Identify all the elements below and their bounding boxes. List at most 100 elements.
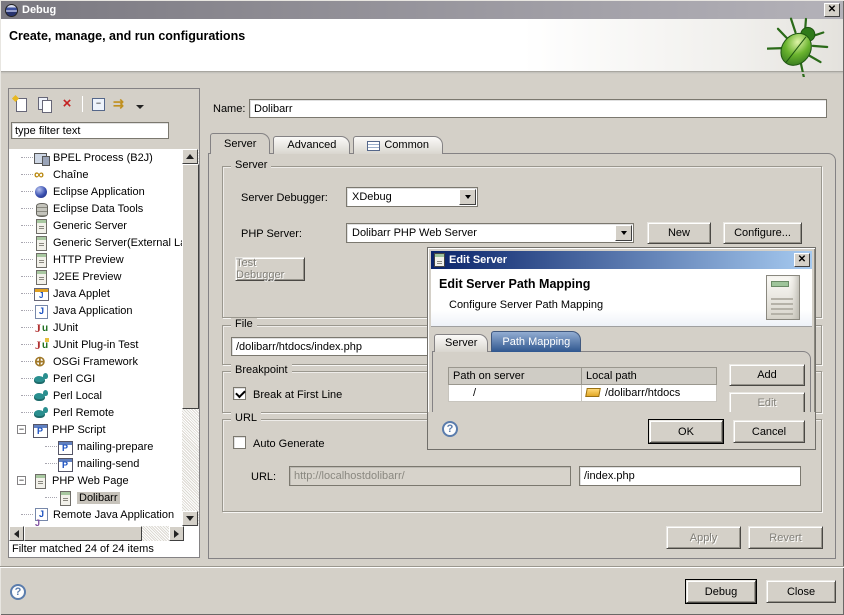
tree-guide	[21, 514, 33, 515]
tab-path-mapping[interactable]: Path Mapping	[491, 331, 581, 352]
perl-icon	[33, 388, 49, 404]
tree-item-label: BPEL Process (B2J)	[53, 152, 153, 164]
tree-guide	[21, 276, 33, 277]
chevron-down-icon[interactable]	[615, 225, 632, 241]
delete-configuration-icon[interactable]: ×	[59, 96, 75, 112]
tree-item-label: PHP Script	[52, 424, 106, 436]
tree-item-label: Java Application	[53, 305, 133, 317]
breakpoint-group-title: Breakpoint	[231, 364, 292, 376]
configure-server-button[interactable]: Configure...	[723, 222, 802, 244]
tree-item-label: Chaîne	[53, 169, 88, 181]
tab-common[interactable]: Common	[353, 136, 443, 154]
path-mapping-table[interactable]: Path on server Local path //dolibarr/htd…	[448, 367, 717, 402]
break-first-line-checkbox[interactable]	[233, 387, 246, 400]
server-icon	[434, 253, 445, 267]
tree-item-generic-server[interactable]: Generic Server	[9, 217, 182, 234]
tree-item-php-web-page[interactable]: −PHP Web Page	[9, 472, 182, 489]
tree-item-junit-plug-in-test[interactable]: JUnit Plug-in Test	[9, 336, 182, 353]
window-titlebar[interactable]: Debug ✕	[1, 1, 843, 19]
path-mapping-rows: //dolibarr/htdocs	[449, 385, 717, 402]
filter-configurations-icon[interactable]: ⇉	[113, 96, 129, 112]
tree-item-label: Perl Remote	[53, 407, 114, 419]
table-row[interactable]: //dolibarr/htdocs	[449, 385, 717, 402]
tree-item-perl-local[interactable]: Perl Local	[9, 387, 182, 404]
tree-item-http-preview[interactable]: HTTP Preview	[9, 251, 182, 268]
file-group-title: File	[231, 318, 257, 330]
tree-item-java-application[interactable]: Java Application	[9, 302, 182, 319]
dialog-banner: Create, manage, and run configurations	[1, 19, 843, 72]
type-filter-input[interactable]	[11, 122, 169, 139]
tab-server-settings[interactable]: Server	[434, 334, 488, 352]
window-title: Debug	[22, 4, 56, 16]
server-icon	[33, 269, 49, 285]
vertical-scroll-thumb[interactable]	[182, 164, 199, 409]
tree-item-eclipse-data-tools[interactable]: Eclipse Data Tools	[9, 200, 182, 217]
close-icon[interactable]: ✕	[794, 253, 810, 267]
folder-icon	[585, 388, 601, 397]
tree-item-junit[interactable]: JUnit	[9, 319, 182, 336]
new-server-button[interactable]: New	[647, 222, 711, 244]
tab-server[interactable]: Server	[210, 133, 270, 154]
add-mapping-button[interactable]: Add	[729, 364, 805, 386]
tree-item-bpel-process-b2j[interactable]: BPEL Process (B2J)	[9, 149, 182, 166]
tree-item-eclipse-application[interactable]: Eclipse Application	[9, 183, 182, 200]
server-debugger-combo[interactable]: XDebug	[346, 187, 478, 207]
scroll-up-icon[interactable]	[182, 149, 198, 164]
horizontal-scroll-thumb[interactable]	[24, 526, 142, 541]
tree-item-mailing-prepare[interactable]: mailing-prepare	[9, 438, 182, 455]
php-server-combo[interactable]: Dolibarr PHP Web Server	[346, 223, 634, 243]
new-configuration-icon[interactable]	[13, 96, 29, 112]
help-icon[interactable]: ?	[442, 421, 458, 437]
tree-item-java-applet[interactable]: Java Applet	[9, 285, 182, 302]
tree-item-label: Generic Server	[53, 220, 127, 232]
name-input[interactable]	[249, 99, 827, 118]
tree-item-generic-server-external-la[interactable]: Generic Server(External La	[9, 234, 182, 251]
ok-button[interactable]: OK	[649, 420, 723, 443]
tree-item-perl-cgi[interactable]: Perl CGI	[9, 370, 182, 387]
tree-item-osgi-framework[interactable]: OSGi Framework	[9, 353, 182, 370]
edit-server-titlebar[interactable]: Edit Server ✕	[431, 251, 812, 269]
tree-item-dolibarr[interactable]: Dolibarr	[9, 489, 182, 506]
tree-item-php-script[interactable]: − PHP Script	[9, 421, 182, 438]
tree-guide	[45, 446, 57, 447]
collapse-toggle-icon[interactable]: −	[17, 476, 26, 485]
cancel-button[interactable]: Cancel	[733, 420, 805, 443]
tree-item-remote-java-application[interactable]: Remote Java Application	[9, 506, 182, 523]
junit-icon	[33, 320, 49, 336]
tree-item-perl-remote[interactable]: Perl Remote	[9, 404, 182, 421]
debug-button[interactable]: Debug	[686, 580, 756, 603]
scroll-right-icon[interactable]	[169, 526, 184, 541]
footer-separator	[0, 566, 844, 568]
test-debugger-button: Test Debugger	[235, 257, 305, 281]
column-path-on-server[interactable]: Path on server	[449, 368, 582, 385]
scroll-left-icon[interactable]	[9, 526, 24, 541]
edit-mapping-button: Edit	[729, 392, 805, 414]
toolbar-menu-caret-icon[interactable]	[136, 105, 144, 109]
auto-generate-checkbox[interactable]	[233, 436, 246, 449]
osgi-framework-icon	[33, 354, 49, 370]
tree-guide	[21, 395, 33, 396]
collapse-all-icon[interactable]	[90, 96, 106, 112]
tree-horizontal-scrollbar[interactable]	[9, 526, 184, 541]
server-icon	[33, 252, 49, 268]
local-path-cell[interactable]: /dolibarr/htdocs	[582, 385, 717, 402]
column-local-path[interactable]: Local path	[582, 368, 717, 385]
url-path-input[interactable]	[579, 466, 801, 486]
close-button[interactable]: Close	[766, 580, 836, 603]
tree-item-cha-ne[interactable]: Chaîne	[9, 166, 182, 183]
chevron-down-icon[interactable]	[459, 189, 476, 205]
url-label: URL:	[251, 471, 276, 483]
close-icon[interactable]: ✕	[824, 3, 840, 17]
tab-advanced[interactable]: Advanced	[273, 136, 350, 154]
tree-item-mailing-send[interactable]: mailing-send	[9, 455, 182, 472]
tree-item-label: Eclipse Application	[53, 186, 145, 198]
path-on-server-cell[interactable]: /	[449, 385, 582, 402]
scroll-down-icon[interactable]	[182, 511, 198, 526]
tree-vertical-scrollbar[interactable]	[182, 149, 199, 526]
duplicate-configuration-icon[interactable]	[36, 96, 52, 112]
help-icon[interactable]: ?	[10, 584, 26, 600]
collapse-toggle-icon[interactable]: −	[17, 425, 26, 434]
tree-item-j2ee-preview[interactable]: J2EE Preview	[9, 268, 182, 285]
url-base-input	[289, 466, 571, 486]
tree-guide	[21, 378, 33, 379]
